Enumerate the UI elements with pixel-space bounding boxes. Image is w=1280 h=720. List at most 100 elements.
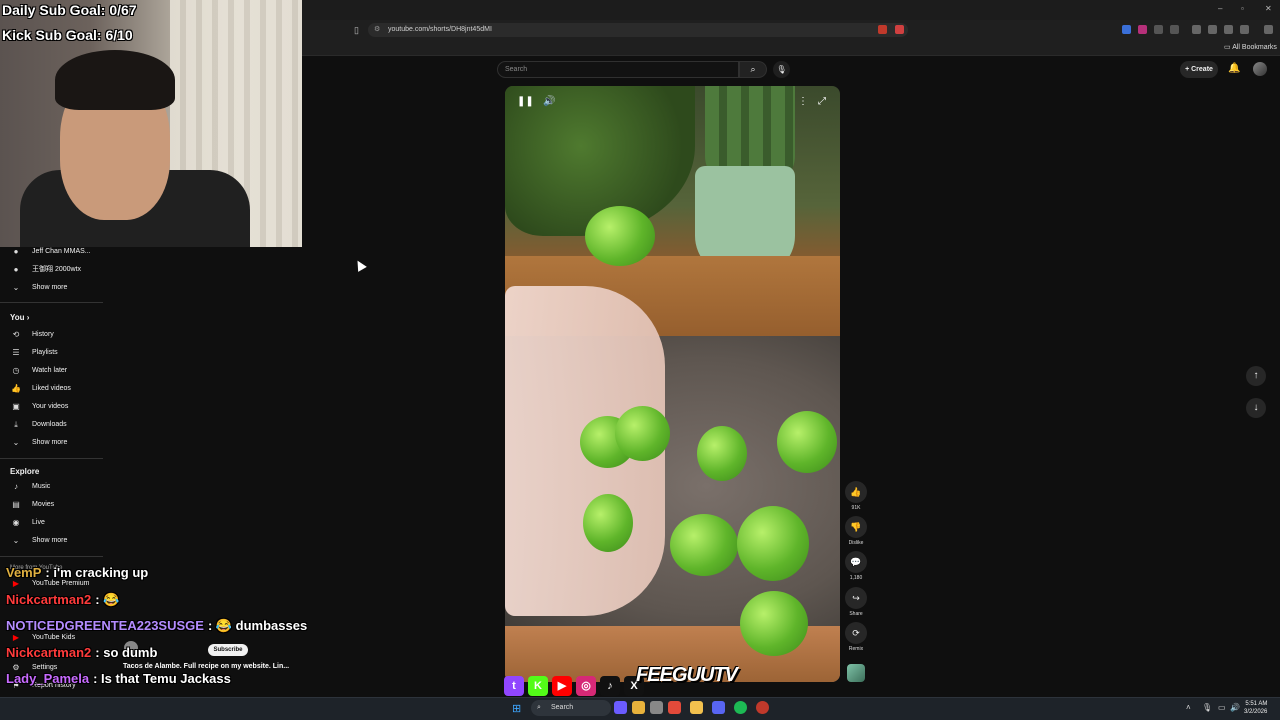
- file-explorer-icon[interactable]: [690, 701, 703, 714]
- sidebar-item-your-videos[interactable]: ▣ Your videos: [8, 398, 104, 416]
- extension-icon[interactable]: [1138, 25, 1147, 34]
- pause-button[interactable]: ❚❚: [517, 96, 534, 107]
- music-icon: ♪: [14, 482, 18, 491]
- shorts-video-player[interactable]: ❚❚ 🔊 ⋮ ⤢: [505, 86, 840, 682]
- sidebar-item-liked-videos[interactable]: 👍 Liked videos: [8, 380, 104, 398]
- all-bookmarks-button[interactable]: ▭ All Bookmarks: [1224, 43, 1277, 51]
- bookmark-icon[interactable]: ▯: [354, 25, 359, 36]
- extension-alert-icon[interactable]: [895, 25, 904, 34]
- extension-icon[interactable]: [1154, 25, 1163, 34]
- taskbar-clock[interactable]: 5:51 AM 3/2/2026: [1244, 700, 1267, 716]
- minimize-button[interactable]: –: [1218, 4, 1222, 13]
- fullscreen-icon[interactable]: ⤢: [818, 96, 826, 107]
- chat-message: VemP: i'm cracking up: [6, 565, 148, 580]
- subscribe-button[interactable]: Subscribe: [208, 644, 248, 656]
- sidebar-item-watch-later[interactable]: ◷ Watch later: [8, 362, 104, 380]
- previous-short-button[interactable]: ↑: [1246, 366, 1266, 386]
- chat-message: Lady_Pamela: Is that Temu Jackass: [6, 671, 231, 686]
- remix-button[interactable]: ⟳ Remix: [845, 622, 867, 652]
- tray-chevron-icon[interactable]: ˄: [1186, 703, 1191, 712]
- like-button[interactable]: 👍 91K: [845, 481, 867, 511]
- extensions-icon[interactable]: [1224, 25, 1233, 34]
- twitch-icon: t: [504, 676, 524, 696]
- volume-button[interactable]: 🔊: [543, 96, 555, 107]
- daily-sub-goal: Daily Sub Goal: 0/67: [2, 2, 137, 18]
- share-button[interactable]: ↪ Share: [845, 587, 867, 617]
- video-tomatillo: [583, 494, 633, 552]
- video-tomatillo: [670, 514, 738, 576]
- chat-message: NOTICEDGREENTEA223SUSGE: 😂 dumbasses: [6, 618, 307, 634]
- taskbar-search[interactable]: ⌕ Search: [531, 700, 611, 716]
- extension-icon[interactable]: [1122, 25, 1131, 34]
- search-button[interactable]: ⌕: [739, 61, 767, 78]
- site-info-icon[interactable]: ⚙: [374, 23, 380, 37]
- tray-mic-icon[interactable]: 🎙: [1202, 703, 1212, 712]
- windows-start-icon[interactable]: ⊞: [512, 702, 521, 715]
- like-icon: 👍: [845, 481, 867, 503]
- arrow-up-icon: ↑: [1253, 370, 1259, 381]
- chat-message: Nickcartman2: 😂: [6, 592, 119, 608]
- clock-icon: ◷: [12, 366, 20, 375]
- tray-volume-icon[interactable]: 🔊: [1230, 703, 1240, 712]
- chat-message: Nickcartman2: so dumb: [6, 645, 157, 660]
- maximize-button[interactable]: ▫: [1241, 4, 1244, 13]
- taskbar-app-icon[interactable]: [614, 701, 627, 714]
- brave-browser-icon[interactable]: [668, 701, 681, 714]
- tray-network-icon[interactable]: ▭: [1218, 703, 1226, 712]
- close-window-button[interactable]: ✕: [1265, 4, 1272, 13]
- chat-text: : 😂: [95, 592, 120, 607]
- subscription-item[interactable]: ● 王御翔 2000wtx: [8, 261, 104, 279]
- account-avatar[interactable]: [1253, 62, 1267, 76]
- download-icon: ⤓: [14, 420, 18, 429]
- sidebar-divider: [0, 556, 103, 557]
- extension-icon[interactable]: [1170, 25, 1179, 34]
- search-input[interactable]: Search: [497, 61, 739, 78]
- extension-icon[interactable]: [878, 25, 887, 34]
- url-field[interactable]: ⚙ youtube.com/shorts/DH8jnt45dMI: [368, 23, 908, 37]
- sidebar-you-heading[interactable]: You ›: [10, 313, 29, 322]
- media-icon[interactable]: [1192, 25, 1201, 34]
- remix-icon: ⟳: [845, 622, 867, 644]
- chat-username: Nickcartman2: [6, 592, 92, 607]
- url-text: youtube.com/shorts/DH8jnt45dMI: [388, 26, 492, 33]
- video-tomatillo: [615, 406, 670, 461]
- sidebar-divider: [0, 302, 103, 303]
- sidebar-item-show-more[interactable]: ⌄ Show more: [8, 434, 104, 452]
- channel-avatar: ●: [13, 265, 19, 274]
- streamer-brand-logo: FEEGUUTV: [636, 664, 738, 686]
- short-description[interactable]: Tacos de Alambe. Full recipe on my websi…: [123, 663, 289, 670]
- notifications-bell-icon[interactable]: 🔔: [1228, 63, 1240, 74]
- live-icon: ◉: [12, 518, 20, 527]
- sidebar-item-history[interactable]: ⟲ History: [8, 326, 104, 344]
- subscriptions-show-more[interactable]: ⌄ Show more: [8, 279, 104, 297]
- comments-button[interactable]: 💬 1,180: [845, 551, 867, 581]
- obs-icon[interactable]: [756, 701, 769, 714]
- video-tomatillo: [777, 411, 837, 473]
- more-options-icon[interactable]: ⋮: [798, 96, 808, 107]
- video-tomatillo: [697, 426, 747, 481]
- dislike-button[interactable]: 👎 Dislike: [845, 516, 867, 546]
- sidebar-item-show-more[interactable]: ⌄ Show more: [8, 532, 104, 550]
- webcam-person-hair: [55, 50, 175, 110]
- sidebar-toggle-icon[interactable]: [1208, 25, 1217, 34]
- sidebar-explore-heading: Explore: [10, 467, 40, 476]
- mouse-cursor: [353, 258, 367, 272]
- sidebar-item-downloads[interactable]: ⤓ Downloads: [8, 416, 104, 434]
- profile-icon[interactable]: [1240, 25, 1249, 34]
- search-icon: ⌕: [750, 64, 756, 74]
- next-short-button[interactable]: ↓: [1246, 398, 1266, 418]
- sidebar-item-music[interactable]: ♪ Music: [8, 478, 104, 496]
- sidebar-item-playlists[interactable]: ☰ Playlists: [8, 344, 104, 362]
- taskbar-app-icon[interactable]: [632, 701, 645, 714]
- create-button[interactable]: + Create: [1180, 61, 1218, 78]
- arrow-down-icon: ↓: [1253, 402, 1259, 413]
- discord-icon[interactable]: [712, 701, 725, 714]
- sidebar-item-live[interactable]: ◉ Live: [8, 514, 104, 532]
- spotify-icon[interactable]: [734, 701, 747, 714]
- voice-search-button[interactable]: 🎙: [773, 61, 790, 78]
- taskbar-app-icon[interactable]: [650, 701, 663, 714]
- video-tomatillo: [585, 206, 655, 266]
- sidebar-item-movies[interactable]: ▤ Movies: [8, 496, 104, 514]
- remix-thumbnail[interactable]: [847, 664, 865, 682]
- menu-icon[interactable]: [1264, 25, 1273, 34]
